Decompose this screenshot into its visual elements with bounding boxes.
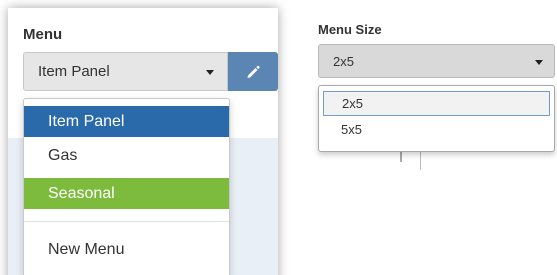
menu-dropdown-list: Item Panel Gas Seasonal New Menu <box>23 98 230 275</box>
menu-size-dropdown-list: 2x5 5x5 <box>318 85 555 152</box>
menu-option-gas[interactable]: Gas <box>24 140 229 171</box>
edit-menu-button[interactable] <box>228 52 278 91</box>
menu-size-label: Menu Size <box>318 22 382 37</box>
size-option-5x5[interactable]: 5x5 <box>323 117 550 142</box>
menu-option-new-menu[interactable]: New Menu <box>24 234 229 265</box>
menu-select-value: Item Panel <box>38 63 110 80</box>
menu-size-select[interactable]: 2x5 <box>318 44 555 78</box>
menu-size-select-value: 2x5 <box>333 53 354 69</box>
pencil-icon <box>247 65 260 78</box>
menu-option-item-panel[interactable]: Item Panel <box>24 106 229 137</box>
caret-down-icon <box>206 70 214 75</box>
background-divider <box>420 150 421 170</box>
menu-option-seasonal[interactable]: Seasonal <box>24 178 229 209</box>
dropdown-divider <box>24 221 229 222</box>
menu-select[interactable]: Item Panel <box>23 52 228 91</box>
size-option-2x5[interactable]: 2x5 <box>323 91 550 116</box>
menu-label: Menu <box>23 26 63 43</box>
menu-panel: Menu Item Panel Item Panel Gas Seasonal … <box>8 8 278 275</box>
caret-down-icon <box>535 60 543 65</box>
